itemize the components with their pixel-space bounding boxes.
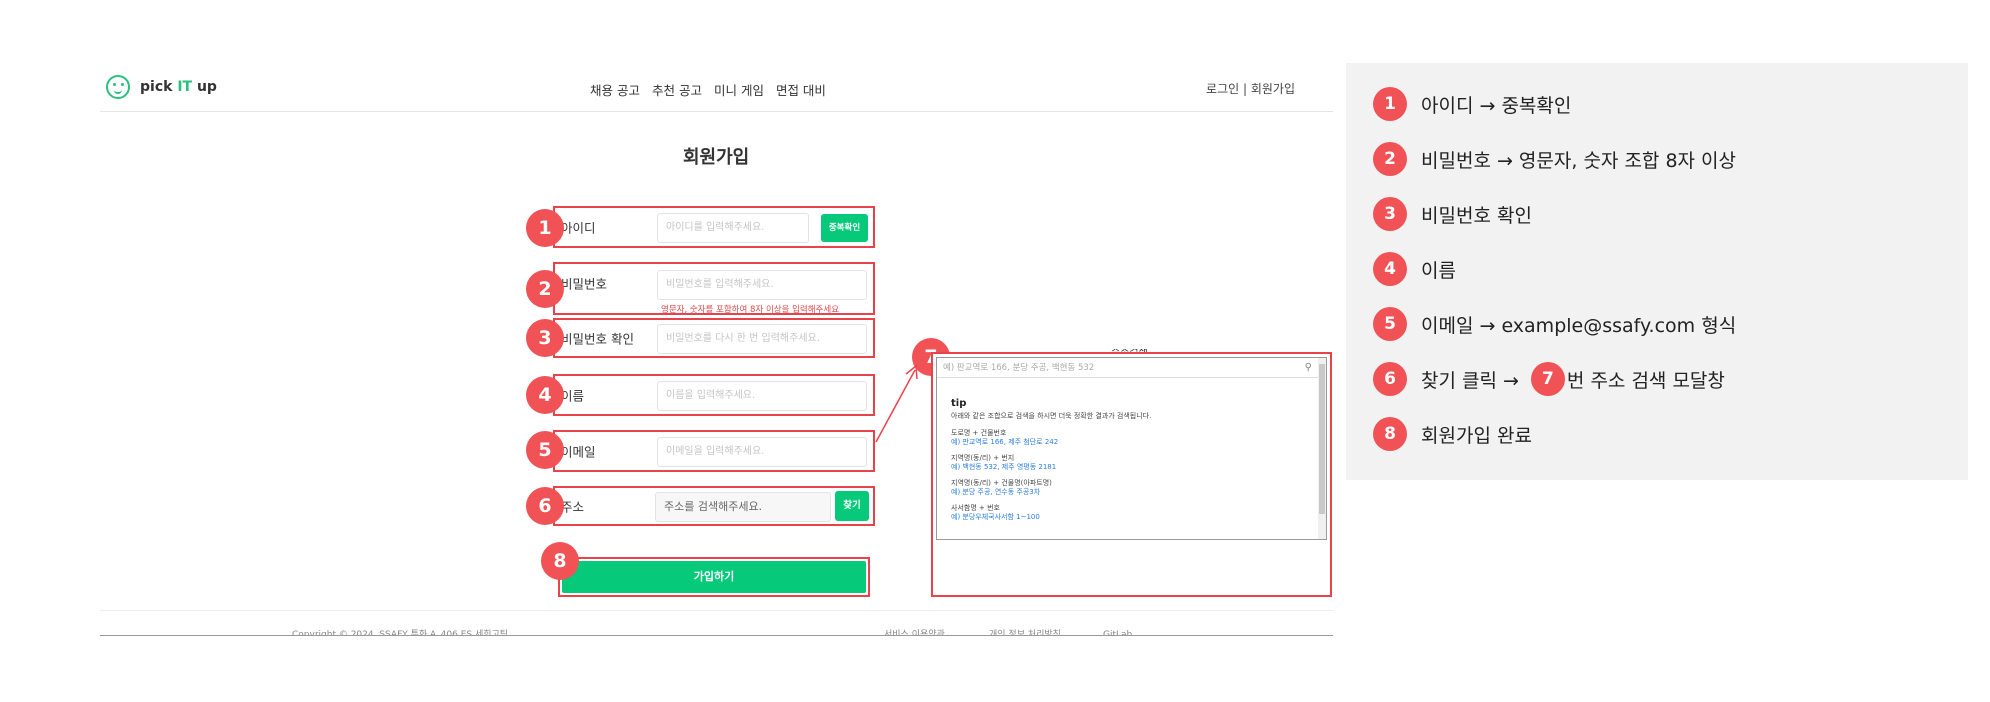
password-input[interactable]: 비밀번호를 입력해주세요.	[657, 270, 867, 300]
legend-badge: 6	[1373, 362, 1407, 396]
id-row: 아이디 아이디를 입력해주세요. 중복확인	[553, 206, 875, 248]
submit-row: 가입하기	[558, 557, 870, 597]
nav-interview[interactable]: 면접 대비	[776, 80, 826, 99]
legend-text: 이메일 → example@ssafy.com 형식	[1421, 314, 1737, 337]
legend-text-after: 번 주소 검색 모달창	[1566, 369, 1725, 392]
legend-item: 4 이름	[1373, 252, 1456, 286]
tip-line-label: 사서함명 + 번호	[951, 504, 1000, 512]
name-row: 이름 이름을 입력해주세요.	[553, 374, 875, 416]
address-row: 주소 주소를 검색해주세요. 찾기	[553, 486, 875, 526]
legend-badge: 8	[1373, 417, 1407, 451]
tip-title: tip	[951, 398, 967, 409]
modal-scrollbar[interactable]	[1318, 358, 1326, 539]
legend-badge: 1	[1373, 87, 1407, 121]
modal-tip: tip 아래와 같은 조합으로 검색을 하시면 더욱 정확한 결과가 검색됩니다…	[951, 398, 1151, 529]
address-input[interactable]: 주소를 검색해주세요.	[655, 492, 831, 522]
page: pick IT up 채용 공고 추천 공고 미니 게임 면접 대비 로그인 |…	[0, 0, 1990, 702]
search-icon[interactable]: ⚲	[1305, 362, 1312, 373]
password-hint: 영문자, 숫자를 포함하여 8자 이상을 입력해주세요	[661, 305, 840, 315]
password-label: 비밀번호	[561, 276, 608, 292]
legend-item: 2 비밀번호 → 영문자, 숫자 조합 8자 이상	[1373, 142, 1736, 176]
legend-text: 비밀번호 → 영문자, 숫자 조합 8자 이상	[1421, 149, 1737, 172]
badge-4: 4	[526, 376, 564, 414]
legend-text-before: 찾기 클릭 →	[1421, 369, 1519, 392]
footer-gitlab-link[interactable]: GitLab	[1103, 628, 1132, 635]
footer-bottom-line	[100, 635, 1333, 636]
tip-line-label: 도로명 + 건물번호	[951, 429, 1007, 437]
tip-line-example: 예) 판교역로 166, 제주 첨단로 242	[951, 438, 1059, 446]
arrow-to-modal	[875, 364, 918, 443]
nav-mini-game[interactable]: 미니 게임	[714, 80, 764, 99]
nav-recommended[interactable]: 추천 공고	[652, 80, 702, 99]
tip-line-example: 예) 분당우체국사서함 1~100	[951, 513, 1040, 521]
id-input[interactable]: 아이디를 입력해주세요.	[657, 213, 809, 243]
tip-line-label: 지역명(동/리) + 건물명(아파트명)	[951, 479, 1052, 487]
password-confirm-row: 비밀번호 확인 비밀번호를 다시 한 번 입력해주세요.	[553, 318, 875, 358]
auth-links[interactable]: 로그인 | 회원가입	[1206, 80, 1295, 97]
legend-panel: 1 아이디 → 중복확인 2 비밀번호 → 영문자, 숫자 조합 8자 이상 3…	[1346, 63, 1968, 480]
modal-search-input[interactable]: 예) 판교역로 166, 분당 주공, 백현동 532	[937, 358, 1318, 378]
legend-inline-badge: 7	[1530, 362, 1565, 396]
logo-accent: IT	[177, 79, 193, 95]
legend-badge: 5	[1373, 307, 1407, 341]
legend-badge: 4	[1373, 252, 1407, 286]
page-title: 회원가입	[683, 147, 750, 168]
scrollbar-thumb[interactable]	[1319, 364, 1325, 514]
address-label: 주소	[561, 499, 585, 515]
smile-logo-icon	[106, 75, 130, 99]
badge-8: 8	[541, 542, 579, 580]
password-confirm-label: 비밀번호 확인	[561, 331, 634, 347]
name-label: 이름	[561, 388, 585, 404]
logo[interactable]: pick IT up	[106, 75, 217, 99]
legend-item: 6 찾기 클릭 → 7 번 주소 검색 모달창	[1373, 362, 1725, 396]
legend-item: 3 비밀번호 확인	[1373, 197, 1532, 231]
legend-badge: 2	[1373, 142, 1407, 176]
badge-1: 1	[526, 209, 564, 247]
email-input[interactable]: 이메일을 입력해주세요.	[657, 437, 867, 467]
password-confirm-input[interactable]: 비밀번호를 다시 한 번 입력해주세요.	[657, 324, 867, 354]
footer-copyright: Copyright © 2024. SSAFY 특화 A_406 ES 세희고팀	[292, 630, 509, 635]
legend-badge: 3	[1373, 197, 1407, 231]
badge-5: 5	[526, 431, 564, 469]
footer-divider	[100, 610, 1333, 611]
legend-item: 8 회원가입 완료	[1373, 417, 1532, 451]
footer-privacy-link[interactable]: 개인 정보 처리방침	[989, 628, 1061, 635]
legend-text: 아이디 → 중복확인	[1421, 94, 1572, 117]
badge-2: 2	[526, 270, 564, 308]
email-row: 이메일 이메일을 입력해주세요.	[553, 430, 875, 472]
legend-text: 찾기 클릭 → 7 번 주소 검색 모달창	[1421, 362, 1725, 396]
badge-6: 6	[526, 487, 564, 525]
password-row: 비밀번호 비밀번호를 입력해주세요. 영문자, 숫자를 포함하여 8자 이상을 …	[553, 262, 875, 315]
nav-jobs[interactable]: 채용 공고	[590, 80, 640, 99]
tip-line-label: 지역명(동/리) + 번지	[951, 454, 1015, 462]
id-check-button[interactable]: 중복확인	[821, 214, 868, 242]
legend-text: 이름	[1421, 259, 1456, 282]
legend-item: 1 아이디 → 중복확인	[1373, 87, 1571, 121]
tip-line-example: 예) 분당 주공, 연수동 주공3차	[951, 488, 1041, 496]
signup-button[interactable]: 가입하기	[562, 561, 866, 593]
modal-content: 예) 판교역로 166, 분당 주공, 백현동 532 ⚲ tip 아래와 같은…	[936, 357, 1327, 540]
tip-description: 아래와 같은 조합으로 검색을 하시면 더욱 정확한 결과가 검색됩니다.	[951, 412, 1152, 420]
badge-3: 3	[526, 319, 564, 357]
logo-suffix: up	[196, 79, 217, 95]
address-search-modal: 예) 판교역로 166, 분당 주공, 백현동 532 ⚲ tip 아래와 같은…	[931, 352, 1332, 597]
email-label: 이메일	[561, 444, 596, 460]
legend-item: 5 이메일 → example@ssafy.com 형식	[1373, 307, 1736, 341]
tip-line-example: 예) 백현동 532, 제주 영평동 2181	[951, 463, 1057, 471]
legend-text: 비밀번호 확인	[1421, 204, 1532, 227]
main-nav: 채용 공고 추천 공고 미니 게임 면접 대비	[590, 80, 826, 99]
logo-prefix: pick	[140, 79, 173, 95]
site-header: pick IT up 채용 공고 추천 공고 미니 게임 면접 대비 로그인 |…	[100, 70, 1333, 112]
find-address-button[interactable]: 찾기	[835, 491, 869, 521]
footer-terms-link[interactable]: 서비스 이용약관	[884, 628, 945, 635]
name-input[interactable]: 이름을 입력해주세요.	[657, 381, 867, 411]
id-label: 아이디	[561, 220, 596, 236]
legend-text: 회원가입 완료	[1421, 424, 1532, 447]
